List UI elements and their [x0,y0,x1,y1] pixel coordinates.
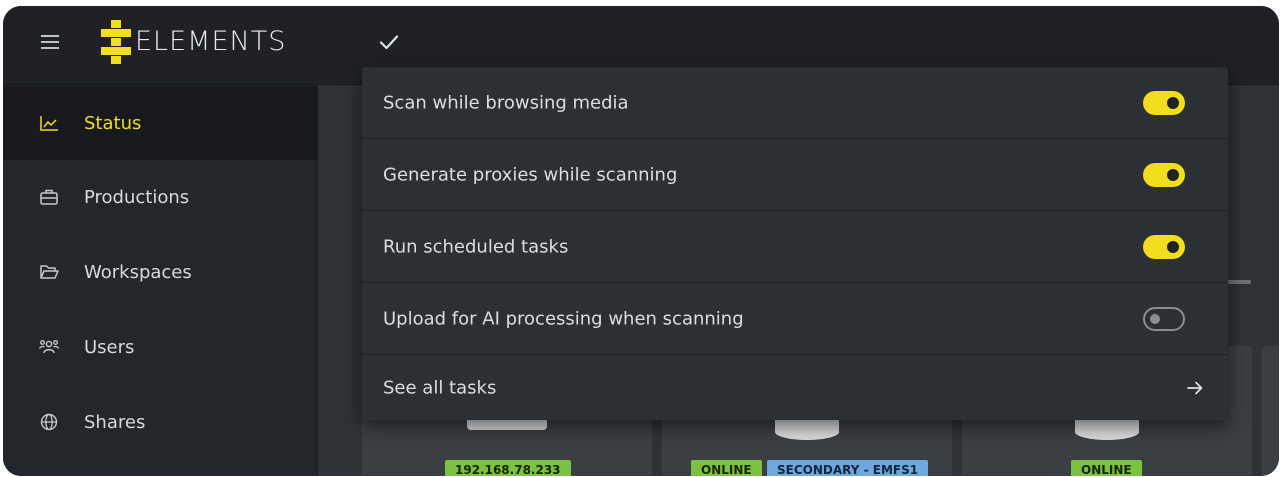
sidebar-item-productions[interactable]: Productions [3,160,318,234]
menu-item-upload-ai-processing[interactable]: Upload for AI processing when scanning [362,283,1228,355]
menu-item-see-all-tasks[interactable]: See all tasks [362,355,1228,420]
globe-icon [40,413,58,431]
sidebar-item-status[interactable]: Status [3,86,318,160]
logo-mark-icon [101,20,131,64]
sidebar-item-label: Shares [84,411,146,433]
menu-item-label: Run scheduled tasks [383,236,569,257]
device-card[interactable] [1262,346,1279,476]
run-scheduled-tasks-toggle[interactable] [1143,234,1185,259]
menu-item-label: Scan while browsing media [383,92,629,113]
briefcase-icon [40,189,58,205]
sidebar-item-label: Users [84,336,135,358]
sidebar-item-shares[interactable]: Shares [3,385,318,459]
scan-while-browsing-toggle[interactable] [1143,90,1185,115]
status-badge: ONLINE [691,460,762,476]
upload-ai-processing-toggle[interactable] [1143,306,1185,331]
menu-item-generate-proxies[interactable]: Generate proxies while scanning [362,139,1228,211]
menu-item-label: Generate proxies while scanning [383,164,678,185]
menu-item-run-scheduled-tasks[interactable]: Run scheduled tasks [362,211,1228,283]
sidebar: Status Productions Workspaces Users Shar… [3,85,318,476]
menu-item-label: See all tasks [383,377,497,398]
status-badge: 192.168.78.233 [445,460,571,476]
sidebar-item-users[interactable]: Users [3,310,318,384]
role-badge: SECONDARY - EMFS1 [767,460,929,476]
sidebar-item-label: Productions [84,186,190,208]
hamburger-menu-icon[interactable] [41,35,59,49]
sidebar-item-label: Workspaces [84,261,192,283]
tasks-dropdown-menu: Scan while browsing media Generate proxi… [362,67,1228,420]
menu-item-label: Upload for AI processing when scanning [383,308,744,329]
chart-area-icon [40,116,58,131]
sidebar-item-label: Status [84,112,142,134]
check-icon[interactable] [377,30,401,54]
app-window: ELEMENTS Status Productions Workspaces U… [3,6,1279,476]
logo-text: ELEMENTS [135,26,287,57]
status-badge: ONLINE [1071,460,1142,476]
arrow-right-icon [1187,381,1203,394]
menu-item-scan-while-browsing[interactable]: Scan while browsing media [362,67,1228,139]
scrollbar-handle[interactable] [1225,280,1251,284]
sidebar-item-workspaces[interactable]: Workspaces [3,235,318,309]
generate-proxies-toggle[interactable] [1143,162,1185,187]
users-icon [38,340,60,354]
folder-open-icon [40,265,59,279]
